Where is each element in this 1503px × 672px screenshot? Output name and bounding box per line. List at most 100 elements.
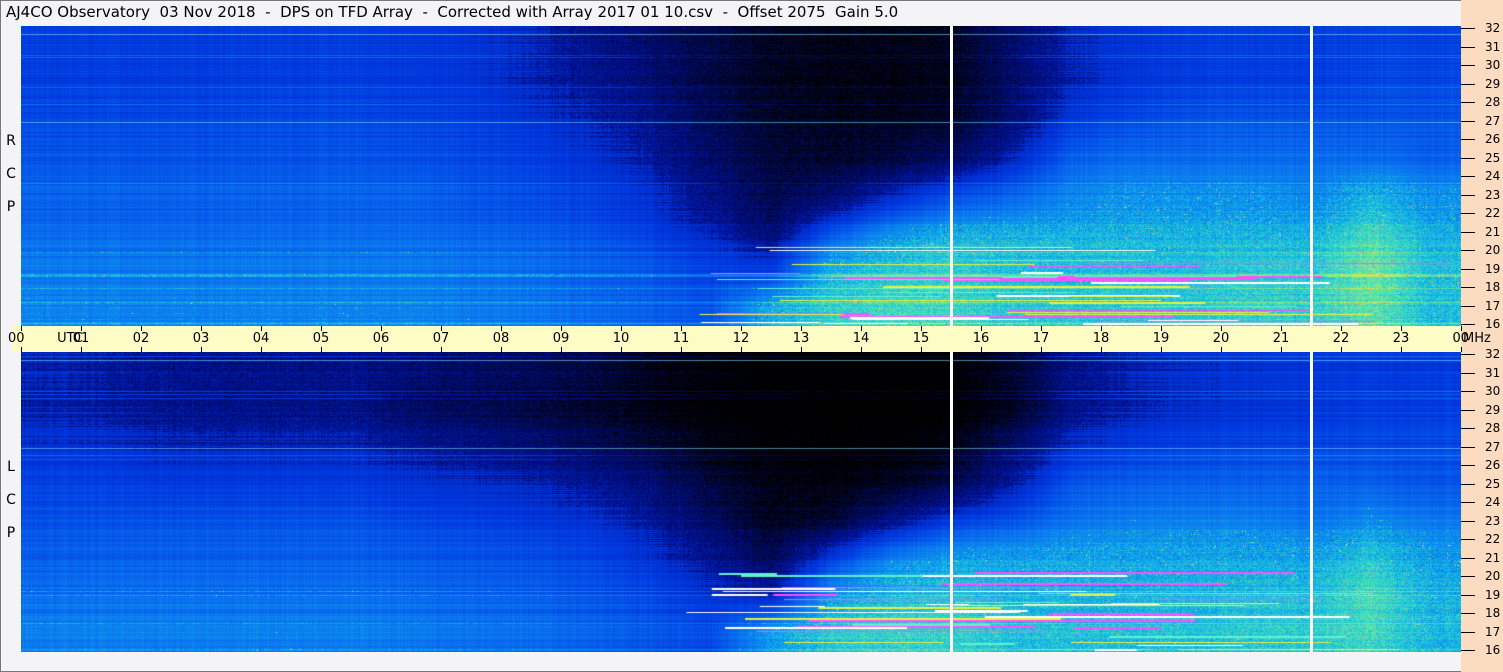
freq-tick-label: 17 xyxy=(1485,624,1501,639)
freq-tick xyxy=(1461,139,1475,140)
freq-tick xyxy=(1461,650,1475,651)
freq-tick xyxy=(1461,157,1475,159)
time-tick-bottom xyxy=(441,347,442,352)
freq-tick xyxy=(1461,354,1475,355)
time-tick-label: 07 xyxy=(432,331,450,346)
freq-tick-label: 26 xyxy=(1485,132,1501,146)
chart-title: AJ4CO Observatory 03 Nov 2018 - DPS on T… xyxy=(6,3,899,21)
freq-tick-label: 22 xyxy=(1485,206,1501,220)
time-tick-top xyxy=(561,326,562,331)
freq-tick xyxy=(1461,391,1475,392)
freq-tick-label: 20 xyxy=(1485,243,1501,257)
time-tick-label: 08 xyxy=(492,331,510,346)
utc-time-axis: UTC 00 01 02 03 04 05 06 07 08 09 10 11 12 13 14 15 16 17… xyxy=(8,326,1491,352)
freq-tick xyxy=(1461,557,1475,559)
freq-tick xyxy=(1461,613,1475,614)
time-tick-top xyxy=(321,326,322,331)
freq-tick xyxy=(1461,409,1475,411)
time-tick-top xyxy=(1341,326,1342,331)
polarization-label-letter: C xyxy=(6,166,16,182)
freq-tick-label: 16 xyxy=(1485,317,1501,331)
freq-tick xyxy=(1461,28,1475,29)
time-tick-label: 00 xyxy=(8,331,25,346)
time-tick-bottom xyxy=(381,347,382,352)
freq-tick-label: 32 xyxy=(1485,21,1501,35)
freq-tick-label: 27 xyxy=(1485,439,1501,454)
freq-tick xyxy=(1461,83,1475,85)
time-tick-bottom xyxy=(1281,347,1282,352)
freq-tick-label: 30 xyxy=(1485,58,1501,72)
freq-tick-label: 29 xyxy=(1485,76,1501,91)
polarization-label-letter: P xyxy=(6,199,16,215)
freq-tick xyxy=(1461,446,1475,448)
time-tick-label: 04 xyxy=(252,331,270,346)
time-tick-label: 20 xyxy=(1212,331,1230,346)
time-tick-bottom xyxy=(1341,347,1342,352)
freq-tick-label: 28 xyxy=(1485,95,1501,109)
time-tick-bottom xyxy=(561,347,562,352)
freq-tick xyxy=(1461,576,1475,577)
time-tick-bottom xyxy=(141,347,142,352)
time-tick-bottom xyxy=(921,347,922,352)
polarization-label-letter: C xyxy=(6,492,16,508)
rcp-heatmap-canvas xyxy=(21,26,1461,326)
time-tick-top xyxy=(681,326,682,331)
time-tick-top xyxy=(1101,326,1102,331)
freq-tick-label: 22 xyxy=(1485,532,1501,546)
time-tick-bottom xyxy=(621,347,622,352)
time-tick-bottom xyxy=(201,347,202,352)
freq-tick-label: 18 xyxy=(1485,280,1501,294)
freq-tick xyxy=(1461,631,1475,633)
time-tick-top xyxy=(741,326,742,331)
time-tick-top xyxy=(21,326,22,331)
time-tick-label: 13 xyxy=(792,331,810,346)
freq-tick-label: 23 xyxy=(1485,187,1501,202)
freq-tick-label: 20 xyxy=(1485,569,1501,583)
polarization-label-letter: P xyxy=(6,525,16,541)
freq-tick xyxy=(1461,594,1475,596)
freq-tick-label: 17 xyxy=(1485,298,1501,313)
gap-marker-line xyxy=(1310,26,1313,326)
time-tick-bottom xyxy=(681,347,682,352)
time-tick-label: 05 xyxy=(312,331,330,346)
lcp-spectrogram xyxy=(21,352,1461,652)
time-tick-top xyxy=(1221,326,1222,331)
freq-tick-label: 30 xyxy=(1485,384,1501,398)
time-tick-bottom xyxy=(1221,347,1222,352)
time-tick-label: 02 xyxy=(132,331,150,346)
time-tick-top xyxy=(1461,326,1462,331)
time-tick-label: 18 xyxy=(1092,331,1110,346)
freq-tick xyxy=(1461,324,1475,325)
time-tick-bottom xyxy=(1101,347,1102,352)
time-tick-top xyxy=(621,326,622,331)
freq-tick xyxy=(1461,465,1475,466)
time-tick-top xyxy=(1281,326,1282,331)
freq-tick xyxy=(1461,268,1475,270)
time-tick-label: 17 xyxy=(1032,331,1050,346)
gap-marker-line xyxy=(950,26,953,326)
freq-tick-label: 31 xyxy=(1485,39,1501,54)
time-tick-label: 06 xyxy=(372,331,390,346)
time-tick-bottom xyxy=(321,347,322,352)
time-tick-top xyxy=(981,326,982,331)
mhz-unit-label: MHz xyxy=(1463,331,1491,346)
time-tick-bottom xyxy=(801,347,802,352)
freq-tick xyxy=(1461,46,1475,48)
time-tick-bottom xyxy=(1161,347,1162,352)
time-tick-top xyxy=(1401,326,1402,331)
time-tick-label: 01 xyxy=(72,331,90,346)
time-tick-top xyxy=(261,326,262,331)
freq-tick-label: 21 xyxy=(1485,550,1501,565)
time-tick-bottom xyxy=(261,347,262,352)
time-tick-label: 11 xyxy=(672,331,690,346)
time-tick-bottom xyxy=(861,347,862,352)
polarization-label-letter: L xyxy=(7,459,15,475)
time-tick-label: 15 xyxy=(912,331,930,346)
freq-tick-label: 16 xyxy=(1485,643,1501,657)
freq-tick xyxy=(1461,176,1475,177)
lcp-heatmap-canvas xyxy=(21,352,1461,652)
time-tick-label: 22 xyxy=(1332,331,1350,346)
freq-tick-label: 25 xyxy=(1485,150,1501,165)
freq-tick xyxy=(1461,65,1475,66)
freq-tick xyxy=(1461,305,1475,307)
